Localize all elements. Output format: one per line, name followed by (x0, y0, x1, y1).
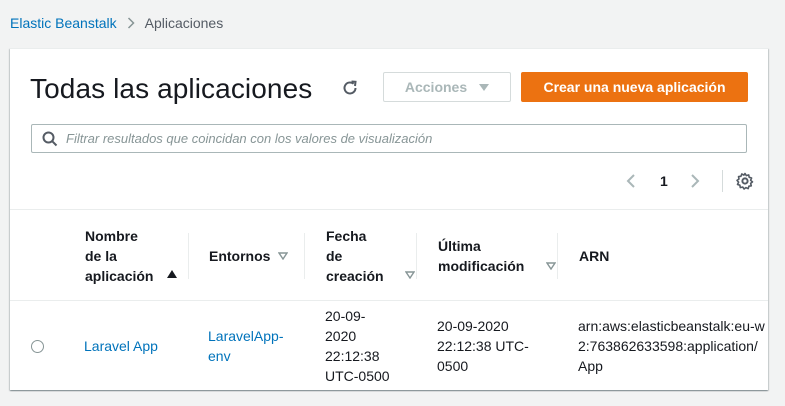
column-header-label: Fecha de creación (326, 227, 384, 284)
sort-icon (278, 251, 289, 260)
environments-cell: LaravelApp- env (189, 301, 305, 390)
preferences-button[interactable] (735, 171, 755, 191)
selection-column-header (10, 210, 64, 301)
current-page-number[interactable]: 1 (660, 173, 668, 189)
actions-label: Acciones (404, 79, 468, 95)
table-header: Nombre de la aplicación Entornos Fecha d… (10, 210, 768, 301)
previous-page-button[interactable] (622, 169, 640, 193)
sort-icon (546, 262, 556, 270)
breadcrumb-elastic-beanstalk-link[interactable]: Elastic Beanstalk (10, 15, 117, 31)
refresh-button[interactable] (340, 78, 360, 98)
search-input[interactable] (66, 131, 746, 146)
table-body: Laravel App LaravelApp- env 20-09- 2020 … (10, 301, 768, 390)
row-select-cell (31, 301, 64, 390)
table-row[interactable]: Laravel App LaravelApp- env 20-09- 2020 … (10, 301, 768, 390)
actions-dropdown-button[interactable]: Acciones (383, 72, 511, 102)
modified-value: 20-09-2020 22:12:38 UTC- 0500 (437, 318, 529, 374)
column-header-application-name[interactable]: Nombre de la aplicación (64, 210, 189, 301)
caret-down-icon (479, 83, 490, 91)
pager-divider (721, 170, 723, 192)
column-header-modified[interactable]: Última modificación (417, 210, 558, 301)
application-name-cell: Laravel App (64, 301, 189, 390)
application-name-link[interactable]: Laravel App (84, 336, 158, 356)
search-field[interactable] (31, 124, 747, 153)
column-header-label: ARN (579, 247, 610, 264)
sort-ascending-icon (167, 270, 177, 278)
environment-link[interactable]: LaravelApp- env (208, 326, 284, 366)
pagination: 1 (622, 169, 755, 193)
refresh-icon (343, 80, 357, 95)
created-cell: 20-09- 2020 22:12:38 UTC-0500 (305, 301, 417, 390)
breadcrumb-current: Aplicaciones (144, 15, 224, 31)
breadcrumb: Elastic Beanstalk Aplicaciones (10, 14, 223, 32)
column-header-label: Última modificación (438, 237, 525, 274)
row-select-radio[interactable] (31, 339, 44, 353)
sort-icon (405, 271, 415, 279)
applications-panel: Todas las aplicaciones Acciones Crear un… (10, 48, 768, 390)
arn-value: arn:aws:elasticbeanstalk:eu-w 2:76386263… (578, 318, 765, 374)
next-page-button[interactable] (686, 169, 704, 193)
page-title: Todas las aplicaciones (30, 73, 313, 104)
created-value: 20-09- 2020 22:12:38 UTC-0500 (325, 308, 390, 384)
search-icon (42, 131, 58, 147)
chevron-left-icon (626, 174, 635, 188)
arn-cell: arn:aws:elasticbeanstalk:eu-w 2:76386263… (558, 301, 768, 390)
create-application-button[interactable]: Crear una nueva aplicación (521, 72, 748, 102)
column-header-created[interactable]: Fecha de creación (305, 210, 417, 301)
chevron-right-icon (691, 174, 700, 188)
column-header-label: Nombre de la aplicación (85, 227, 154, 284)
column-header-environments[interactable]: Entornos (189, 210, 305, 301)
chevron-right-icon (127, 17, 135, 29)
modified-cell: 20-09-2020 22:12:38 UTC- 0500 (417, 301, 558, 390)
column-header-label: Entornos (209, 247, 271, 264)
applications-table: Nombre de la aplicación Entornos Fecha d… (10, 209, 768, 390)
column-header-arn: ARN (558, 210, 768, 301)
gear-icon (735, 172, 754, 190)
